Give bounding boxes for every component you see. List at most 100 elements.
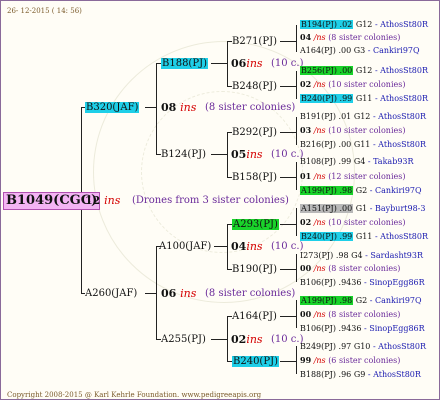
gen3-b271-node[interactable]: B271(PJ): [232, 35, 277, 48]
connector: [227, 316, 228, 361]
gen2-a100-node[interactable]: A100(JAF): [159, 240, 211, 253]
gen4-row[interactable]: B240(PJ) .99 G11 - AthosSt80R: [300, 231, 428, 242]
connector: [280, 361, 297, 362]
gen3-a293-node[interactable]: A293(PJ): [232, 218, 279, 231]
gen4-row[interactable]: B191(PJ) .01 G12 - AthosSt80R: [300, 111, 426, 122]
gen4-val: .98: [339, 296, 353, 305]
gen4-loc: - SinopEgg86R: [363, 324, 425, 333]
gen4-note: (6 sister colonies): [328, 356, 401, 365]
gen4-note: (8 sister colonies): [328, 264, 401, 273]
gen4-id: A151(PJ): [301, 204, 337, 213]
gen4-row[interactable]: A199(PJ) .98 G2 - Cankiri97Q: [300, 295, 422, 306]
gen4-code: G4: [351, 251, 363, 260]
gen4-count: 04: [300, 32, 312, 42]
gen2-a255-node[interactable]: A255(PJ): [161, 333, 206, 346]
gen4-count-row: 04 /ns (8 sister colonies): [300, 32, 400, 43]
gen2-a255-info: 02ins: [231, 333, 263, 346]
gen4-val: .9436: [338, 278, 362, 287]
gen4-loc: - SinopEgg86R: [363, 278, 425, 287]
gen4-note: (10 sister colonies): [328, 126, 406, 135]
gen4-loc: - AthosSt80R: [374, 94, 429, 103]
gen4-row[interactable]: B256(PJ) .00 G12 - AthosSt80R: [300, 65, 428, 76]
gen3-b240-node[interactable]: B240(PJ): [232, 355, 279, 368]
connector: [211, 63, 228, 64]
gen2-a100-ins: ins: [246, 240, 263, 253]
gen4-count-row: 01 /ns (12 sister colonies): [300, 171, 405, 182]
gen4-id: B106(PJ): [300, 324, 336, 333]
gen1-bottom-node[interactable]: A260(JAF): [85, 287, 137, 300]
gen2-a100-count: 04: [231, 240, 247, 253]
gen4-code: G12: [353, 112, 371, 121]
gen4-code: G11: [355, 94, 373, 103]
gen3-b190-node[interactable]: B190(PJ): [232, 263, 277, 276]
connector: [296, 71, 297, 99]
gen4-loc: - AthosSt80R: [372, 112, 427, 121]
connector: [296, 117, 297, 145]
gen4-note: (12 sister colonies): [328, 172, 406, 181]
gen4-val: .00: [339, 66, 353, 75]
connector: [296, 25, 297, 52]
gen4-loc: - Cankiri97Q: [369, 186, 422, 195]
gen4-code: G12: [355, 66, 373, 75]
gen4-code: G12: [355, 20, 373, 29]
gen4-val: .00: [339, 204, 353, 213]
gen4-val: .9436: [338, 324, 362, 333]
connector: [296, 300, 297, 328]
gen1-top-info: 08 ins: [161, 101, 196, 114]
gen2-b188-label: B188(PJ): [161, 58, 208, 69]
gen2-b188-node[interactable]: B188(PJ): [161, 57, 208, 70]
gen4-count: 03: [300, 125, 312, 135]
gen4-note: (10 sister colonies): [328, 80, 406, 89]
gen4-count-row: 99 /ns (6 sister colonies): [300, 355, 400, 366]
gen3-b158-node[interactable]: B158(PJ): [232, 171, 277, 184]
connector: [211, 154, 228, 155]
gen4-row[interactable]: A199(PJ) .98 G2 - Cankiri97Q: [300, 185, 422, 196]
gen3-a164-node[interactable]: A164(PJ): [232, 310, 277, 323]
gen4-row[interactable]: A151(PJ) .00 G1 - Bayburt98-3: [300, 203, 425, 214]
gen4-count-row: 02 /ns (10 sister colonies): [300, 217, 405, 228]
gen4-count-row: 00 /ns (8 sister colonies): [300, 309, 400, 320]
gen4-id: A164(PJ): [300, 46, 336, 55]
gen4-count: 99: [300, 355, 312, 365]
gen2-b124-node[interactable]: B124(PJ): [161, 148, 206, 161]
gen4-row[interactable]: B108(PJ) .99 G4 - Takab93R: [300, 156, 414, 167]
gen4-code: G1: [355, 204, 368, 213]
gen1-top-label: B320(JAF): [85, 102, 140, 113]
gen4-count: 01: [300, 171, 312, 181]
connector: [280, 316, 297, 317]
gen4-ins: /ns: [313, 356, 326, 365]
connector: [227, 224, 228, 269]
gen3-b248-node[interactable]: B248(PJ): [232, 80, 277, 93]
connector: [280, 269, 297, 270]
gen4-val: .00: [338, 140, 352, 149]
pedigree-canvas: 26- 12-2015 ( 14: 56) B1049(CGC) 12 ins …: [0, 0, 440, 400]
gen2-b188-note: (10 c.): [271, 58, 304, 69]
gen4-row[interactable]: I273(PJ) .98 G4 - Sardasht93R: [300, 250, 423, 261]
gen4-count: 00: [300, 263, 312, 273]
gen4-id: B249(PJ): [300, 342, 336, 351]
gen1-bottom-note: (8 sister colonies): [205, 288, 296, 299]
gen4-row[interactable]: B216(PJ) .00 G11 - AthosSt80R: [300, 139, 426, 150]
gen4-val: .99: [339, 232, 353, 241]
gen2-b188-info: 06ins: [231, 57, 263, 70]
gen3-b292-node[interactable]: B292(PJ): [232, 126, 277, 139]
gen4-row[interactable]: B188(PJ) .96 G9 - AthosSt80R: [300, 369, 421, 380]
gen1-top-node[interactable]: B320(JAF): [85, 101, 140, 114]
gen4-loc: - AthosSt80R: [374, 232, 429, 241]
gen4-loc: - Cankiri97Q: [369, 296, 422, 305]
gen4-row[interactable]: B106(PJ) .9436 - SinopEgg86R: [300, 277, 425, 288]
connector: [280, 224, 297, 225]
gen4-id: B216(PJ): [300, 140, 336, 149]
gen4-row[interactable]: B249(PJ) .97 G10 - AthosSt80R: [300, 341, 426, 352]
gen4-ins: /ns: [313, 126, 326, 135]
gen4-val: .98: [339, 186, 353, 195]
gen4-row[interactable]: B106(PJ) .9436 - SinopEgg86R: [300, 323, 425, 334]
gen4-ins: /ns: [313, 218, 326, 227]
gen4-row[interactable]: B240(PJ) .99 G11 - AthosSt80R: [300, 93, 428, 104]
gen2-a255-ins: ins: [246, 333, 263, 346]
gen4-code: G4: [353, 157, 366, 166]
gen4-id: I273(PJ): [300, 251, 334, 260]
gen3-b240-label: B240(PJ): [232, 356, 279, 367]
gen4-row[interactable]: A164(PJ) .00 G3 - Cankiri97Q: [300, 45, 420, 56]
gen4-row[interactable]: B194(PJ) .02 G12 - AthosSt80R: [300, 19, 428, 30]
